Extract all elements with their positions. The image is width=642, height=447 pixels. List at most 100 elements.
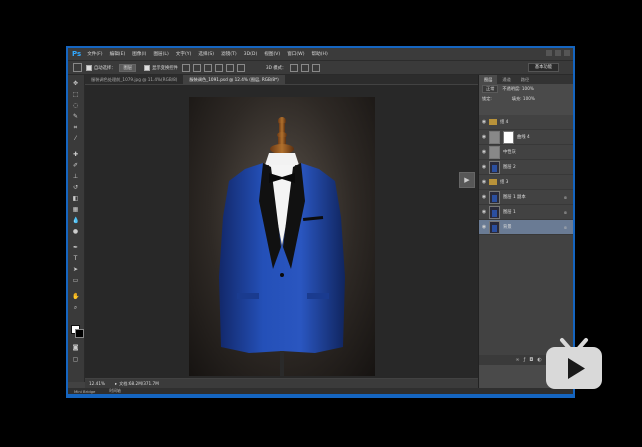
menu-image[interactable]: 图像(I) <box>132 51 146 57</box>
minimize-icon[interactable] <box>546 50 552 56</box>
menu-help[interactable]: 帮助(H) <box>312 51 328 57</box>
tab-channels[interactable]: 通道 <box>497 75 515 84</box>
align-middle-icon[interactable] <box>192 63 201 72</box>
menu-layer[interactable]: 图层(L) <box>153 51 168 57</box>
gradient-tool-icon[interactable]: ▦ <box>72 207 79 213</box>
show-transform-checkbox[interactable] <box>144 64 151 71</box>
tab-layers[interactable]: 图层 <box>479 75 498 84</box>
layer-thumbnail <box>489 145 500 159</box>
layer-row[interactable]: ◉ 图层 1 ⊚ <box>479 205 573 220</box>
show-transform-label: 显示变换控件 <box>152 65 178 71</box>
close-icon[interactable] <box>564 50 570 56</box>
layer-row[interactable]: ◉ 组 4 <box>479 115 573 130</box>
rotate-3d-icon[interactable] <box>290 63 299 72</box>
workspace-switcher[interactable]: 基本功能 <box>527 63 559 72</box>
status-bar: 12.41% ▸ 文档:68.2M/371.7M <box>85 379 478 388</box>
menu-select[interactable]: 选择(S) <box>198 51 214 57</box>
visibility-eye-icon[interactable]: ◉ <box>479 179 489 185</box>
panel-tabs: 图层 通道 路径 <box>479 75 573 84</box>
drag-3d-icon[interactable] <box>312 63 321 72</box>
zoom-level[interactable]: 12.41% <box>89 381 105 386</box>
window-controls <box>546 50 570 56</box>
adjustment-icon[interactable]: ◐ <box>537 357 541 363</box>
fx-icon[interactable]: ƒ <box>524 357 526 363</box>
blur-tool-icon[interactable]: 💧 <box>72 218 79 224</box>
timeline-tab[interactable]: 时间轴 <box>109 388 120 394</box>
document-image[interactable] <box>189 97 375 376</box>
eraser-tool-icon[interactable]: ◧ <box>72 196 79 202</box>
layer-row[interactable]: ◉ 中性灰 <box>479 145 573 160</box>
layer-row[interactable]: ◉ 曲线 4 <box>479 130 573 145</box>
visibility-eye-icon[interactable]: ◉ <box>479 224 489 230</box>
menu-filter[interactable]: 滤镜(T) <box>221 51 237 57</box>
folder-icon <box>489 119 497 125</box>
hand-tool-icon[interactable]: ✋ <box>72 294 79 300</box>
visibility-eye-icon[interactable]: ◉ <box>479 134 489 140</box>
move-tool-icon[interactable] <box>73 63 82 72</box>
menu-window[interactable]: 窗口(W) <box>287 51 304 57</box>
menu-3d[interactable]: 3D(D) <box>244 52 258 57</box>
blend-mode-select[interactable]: 正常 <box>482 85 499 93</box>
panel-collapse-button[interactable]: ▶ <box>459 172 475 188</box>
tab-document-2[interactable]: 服装调色_1091.psd @ 12.4% (图层, RGB/8*) <box>183 75 285 84</box>
document-tabs: 服装调色处理前_1079.jpg @ 11.4%(RGB/8) 服装调色_109… <box>85 75 478 84</box>
healing-brush-tool-icon[interactable]: ✚ <box>72 152 79 158</box>
visibility-eye-icon[interactable]: ◉ <box>479 164 489 170</box>
suit-on-mannequin-photo <box>219 117 345 376</box>
clone-stamp-tool-icon[interactable]: ⊥ <box>72 174 79 180</box>
visibility-eye-icon[interactable]: ◉ <box>479 119 489 125</box>
brush-tool-icon[interactable]: ✐ <box>72 163 79 169</box>
maximize-icon[interactable] <box>555 50 561 56</box>
visibility-eye-icon[interactable]: ◉ <box>479 209 489 215</box>
dodge-tool-icon[interactable]: ● <box>72 229 79 235</box>
align-left-icon[interactable] <box>214 63 223 72</box>
layer-row[interactable]: ◉ 背景 ⊚ <box>479 220 573 235</box>
history-brush-tool-icon[interactable]: ↺ <box>72 185 79 191</box>
pen-tool-icon[interactable]: ✒ <box>72 245 79 251</box>
align-bottom-icon[interactable] <box>203 63 212 72</box>
zoom-tool-icon[interactable]: ⌕ <box>72 305 79 311</box>
layer-name: 中性灰 <box>503 150 516 155</box>
shape-tool-icon[interactable]: ▭ <box>72 278 79 284</box>
auto-select-checkbox[interactable] <box>86 64 92 71</box>
fill-field[interactable]: 填充: 100% <box>512 96 535 102</box>
background-color-swatch[interactable] <box>75 329 84 338</box>
link-icon[interactable]: ∞ <box>515 357 519 363</box>
visibility-eye-icon[interactable]: ◉ <box>479 149 489 155</box>
crop-tool-icon[interactable]: ⌗ <box>72 125 79 131</box>
menu-edit[interactable]: 编辑(E) <box>110 51 126 57</box>
mini-bridge-tab[interactable]: Mini Bridge <box>74 389 95 394</box>
auto-select-dropdown[interactable]: 图层 <box>119 63 137 72</box>
tab-document-1[interactable]: 服装调色处理前_1079.jpg @ 11.4%(RGB/8) <box>85 75 183 84</box>
layer-name: 图层 1 <box>503 210 516 215</box>
layer-name: 背景 <box>503 225 512 230</box>
move-tool-icon[interactable]: ✥ <box>72 81 79 87</box>
photoshop-window: Ps 文件(F) 编辑(E) 图像(I) 图层(L) 文字(Y) 选择(S) 滤… <box>68 48 573 394</box>
opacity-field[interactable]: 不透明度: 100% <box>502 86 533 92</box>
align-center-icon[interactable] <box>225 63 234 72</box>
menu-type[interactable]: 文字(Y) <box>176 51 192 57</box>
tab-paths[interactable]: 路径 <box>516 75 534 84</box>
path-select-tool-icon[interactable]: ➤ <box>72 267 79 273</box>
layer-row[interactable]: ◉ 组 3 <box>479 175 573 190</box>
status-arrow-icon[interactable]: ▸ <box>115 381 117 386</box>
bottom-panel-bar: Mini Bridge 时间轴 <box>68 388 573 394</box>
eyedropper-tool-icon[interactable]: ⁄ <box>72 136 79 142</box>
screen-mode-icon[interactable]: ▢ <box>72 357 79 363</box>
canvas-area[interactable] <box>85 85 478 378</box>
layer-row[interactable]: ◉ 图层 2 <box>479 160 573 175</box>
roll-3d-icon[interactable] <box>301 63 310 72</box>
layer-row[interactable]: ◉ 图层 1 副本 ⊚ <box>479 190 573 205</box>
quick-mask-icon[interactable]: ◙ <box>72 345 79 351</box>
mask-icon[interactable]: ◘ <box>529 357 533 363</box>
menu-view[interactable]: 视图(V) <box>264 51 280 57</box>
visibility-eye-icon[interactable]: ◉ <box>479 194 489 200</box>
menu-file[interactable]: 文件(F) <box>87 51 102 57</box>
align-right-icon[interactable] <box>236 63 245 72</box>
type-tool-icon[interactable]: T <box>72 256 79 262</box>
align-top-icon[interactable] <box>181 63 190 72</box>
marquee-tool-icon[interactable]: ⬚ <box>72 92 79 98</box>
lasso-tool-icon[interactable]: ◌ <box>72 103 79 109</box>
quick-select-tool-icon[interactable]: ✎ <box>72 114 79 120</box>
blend-row: 正常 不透明度: 100% <box>479 84 573 94</box>
